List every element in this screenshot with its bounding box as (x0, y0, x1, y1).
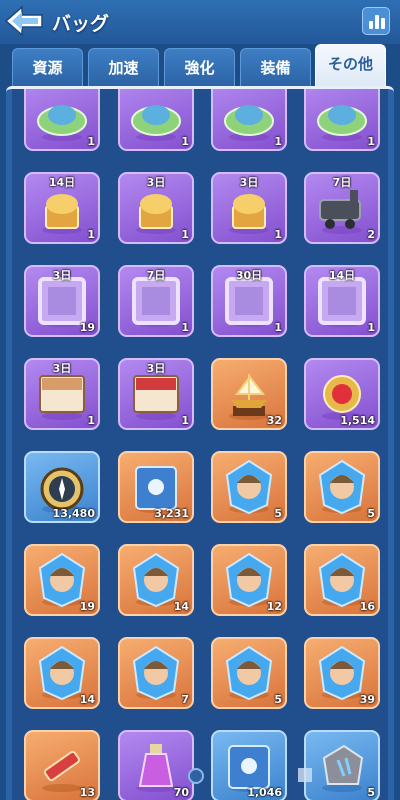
tab-resources[interactable]: 資源 (12, 48, 83, 88)
item-count: 32 (266, 414, 282, 427)
item-slot-claw-stone[interactable]: 5 (304, 730, 380, 800)
item-slot-island-decor-3[interactable]: 1 (211, 89, 287, 151)
item-slot-hero-crystal-5[interactable]: 12 (211, 544, 287, 616)
item-count: 14 (79, 693, 95, 706)
item-duration: 3日 (146, 362, 166, 375)
item-count: 1 (181, 321, 189, 334)
tab-equipment[interactable]: 装備 (240, 48, 311, 88)
hero-crystal-2-icon (318, 459, 366, 515)
item-duration: 7日 (146, 269, 166, 282)
top-bar: バッグ (0, 0, 400, 44)
item-count: 1 (181, 228, 189, 241)
arrow-left-icon[interactable] (4, 4, 44, 38)
item-slot-island-decor-1[interactable]: 1 (24, 89, 100, 151)
hero-crystal-1-icon (225, 459, 273, 515)
item-panel: 1 1 1 1 14日 1 3日 1 3日 1 7日 2 3日 19 7日 1 30日 1 14日 1 3日 1 3日 1 32… (6, 86, 394, 800)
item-count: 1 (274, 135, 282, 148)
item-slot-hero-crystal-1[interactable]: 5 (211, 451, 287, 523)
island-decor-1-icon (37, 105, 87, 141)
scroll-indicator (188, 768, 204, 784)
item-count: 70 (173, 786, 189, 799)
scroll-handle[interactable] (298, 768, 312, 782)
item-slot-hero-crystal-3[interactable]: 19 (24, 544, 100, 616)
item-count: 2 (367, 228, 375, 241)
item-count: 1,046 (247, 786, 282, 799)
item-slot-compass[interactable]: 13,480 (24, 451, 100, 523)
item-count: 1 (87, 414, 95, 427)
item-slot-frame-skull[interactable]: 3日 19 (24, 265, 100, 337)
item-count: 5 (367, 507, 375, 520)
item-slot-treasure-barrel[interactable]: 3日 1 (211, 172, 287, 244)
item-slot-trophy-chest-2[interactable]: 3日 1 (118, 172, 194, 244)
item-duration: 3日 (52, 269, 72, 282)
item-slot-frame-flowers[interactable]: 30日 1 (211, 265, 287, 337)
item-slot-hero-crystal-8[interactable]: 7 (118, 637, 194, 709)
item-duration: 3日 (239, 176, 259, 189)
item-slot-island-decor-4[interactable]: 1 (304, 89, 380, 151)
item-count: 39 (359, 693, 375, 706)
item-slot-hero-crystal-4[interactable]: 14 (118, 544, 194, 616)
item-count: 1 (181, 135, 189, 148)
item-slot-hero-crystal-7[interactable]: 14 (24, 637, 100, 709)
item-slot-hero-crystal-10[interactable]: 39 (304, 637, 380, 709)
item-count: 1 (274, 228, 282, 241)
item-duration: 14日 (48, 176, 76, 189)
island-decor-3-icon (224, 105, 274, 141)
item-slot-hero-crystal-2[interactable]: 5 (304, 451, 380, 523)
item-duration: 30日 (235, 269, 263, 282)
item-slot-ruby-medal[interactable]: 1,514 (304, 358, 380, 430)
item-count: 1 (87, 228, 95, 241)
item-count: 1 (367, 135, 375, 148)
tab-other[interactable]: その他 (315, 44, 386, 88)
item-count: 12 (266, 600, 282, 613)
page-title: バッグ (52, 13, 110, 35)
item-count: 1 (181, 414, 189, 427)
item-slot-potion[interactable]: 70 (118, 730, 194, 800)
item-count: 5 (274, 693, 282, 706)
bar-chart-icon[interactable] (362, 7, 390, 35)
item-count: 7 (181, 693, 189, 706)
item-slot-frame-ice[interactable]: 14日 1 (304, 265, 380, 337)
item-count: 1 (367, 321, 375, 334)
item-duration: 3日 (52, 362, 72, 375)
item-slot-hero-crystal-9[interactable]: 5 (211, 637, 287, 709)
hero-crystal-9-icon (225, 645, 273, 701)
category-tabs: 資源 加速 強化 装備 その他 (0, 44, 400, 88)
item-count: 19 (79, 600, 95, 613)
item-slot-locomotive[interactable]: 7日 2 (304, 172, 380, 244)
item-count: 3,231 (154, 507, 189, 520)
item-duration: 3日 (146, 176, 166, 189)
item-slot-frame-wings[interactable]: 7日 1 (118, 265, 194, 337)
item-duration: 14日 (328, 269, 356, 282)
item-slot-paw-book[interactable]: 1,046 (211, 730, 287, 800)
tab-speedups[interactable]: 加速 (88, 48, 159, 88)
item-count: 1,514 (340, 414, 375, 427)
island-decor-4-icon (317, 105, 367, 141)
island-decor-2-icon (131, 105, 181, 141)
item-count: 5 (274, 507, 282, 520)
item-count: 14 (173, 600, 189, 613)
item-slot-island-decor-2[interactable]: 1 (118, 89, 194, 151)
item-duration: 7日 (332, 176, 352, 189)
item-grid: 1 1 1 1 14日 1 3日 1 3日 1 7日 2 3日 19 7日 1 30日 1 14日 1 3日 1 3日 1 32… (12, 89, 388, 800)
item-count: 13 (79, 786, 95, 799)
item-slot-trophy-chest-1[interactable]: 14日 1 (24, 172, 100, 244)
item-count: 1 (87, 135, 95, 148)
item-count: 5 (367, 786, 375, 799)
item-count: 19 (79, 321, 95, 334)
tab-boosts[interactable]: 強化 (164, 48, 235, 88)
hero-crystal-8-icon (132, 645, 180, 701)
item-slot-ship-trophy[interactable]: 32 (211, 358, 287, 430)
item-slot-blue-book[interactable]: 3,231 (118, 451, 194, 523)
item-slot-scroll-brown[interactable]: 3日 1 (24, 358, 100, 430)
item-slot-scroll-red[interactable]: 3日 1 (118, 358, 194, 430)
item-slot-syringe[interactable]: 13 (24, 730, 100, 800)
item-count: 16 (359, 600, 375, 613)
item-count: 13,480 (52, 507, 95, 520)
item-slot-hero-crystal-6[interactable]: 16 (304, 544, 380, 616)
item-count: 1 (274, 321, 282, 334)
claw-stone-icon (322, 744, 364, 792)
